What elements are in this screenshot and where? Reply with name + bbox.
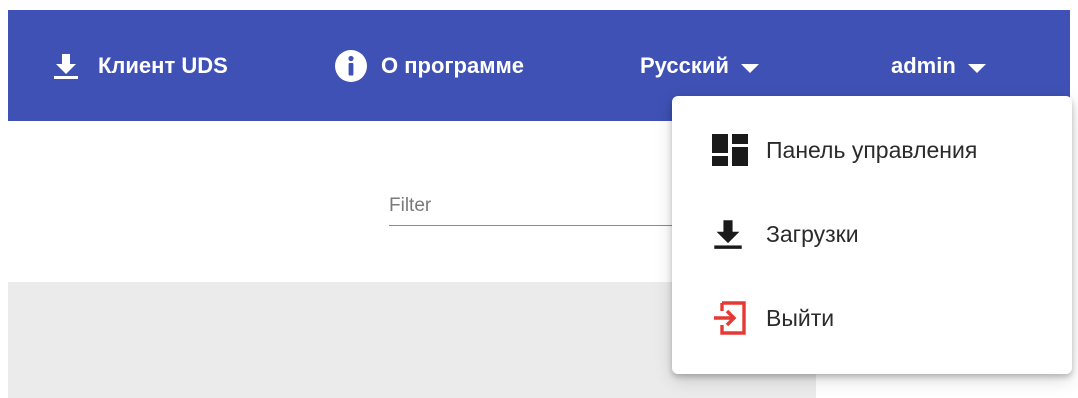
- language-selector[interactable]: Русский: [640, 46, 759, 86]
- dashboard-icon: [712, 130, 752, 170]
- chevron-down-icon: [967, 63, 986, 73]
- user-dropdown-menu: Панель управления Загрузки Выйти: [672, 96, 1072, 374]
- download-icon: [52, 52, 80, 80]
- username-label: admin: [891, 53, 956, 78]
- filter-field: [389, 186, 689, 226]
- about-label: О программе: [381, 53, 525, 78]
- filter-input[interactable]: [389, 186, 689, 222]
- about-link[interactable]: О программе: [335, 46, 524, 86]
- language-label: Русский: [640, 53, 729, 78]
- menu-item-dashboard[interactable]: Панель управления: [672, 108, 1072, 192]
- menu-item-downloads-label: Загрузки: [766, 220, 859, 247]
- info-icon: [335, 50, 367, 82]
- user-menu-button[interactable]: admin: [891, 46, 986, 86]
- exit-icon: [712, 298, 752, 338]
- uds-client-label: Клиент UDS: [98, 53, 228, 78]
- menu-item-logout-label: Выйти: [766, 304, 835, 331]
- page: Клиент UDS О программе Русский admin Fil…: [0, 0, 1078, 398]
- uds-client-link[interactable]: Клиент UDS: [52, 46, 228, 86]
- menu-item-dashboard-label: Панель управления: [766, 136, 978, 163]
- chevron-down-icon: [740, 63, 759, 73]
- download-icon: [712, 214, 752, 254]
- menu-item-downloads[interactable]: Загрузки: [672, 192, 1072, 276]
- menu-item-logout[interactable]: Выйти: [672, 276, 1072, 360]
